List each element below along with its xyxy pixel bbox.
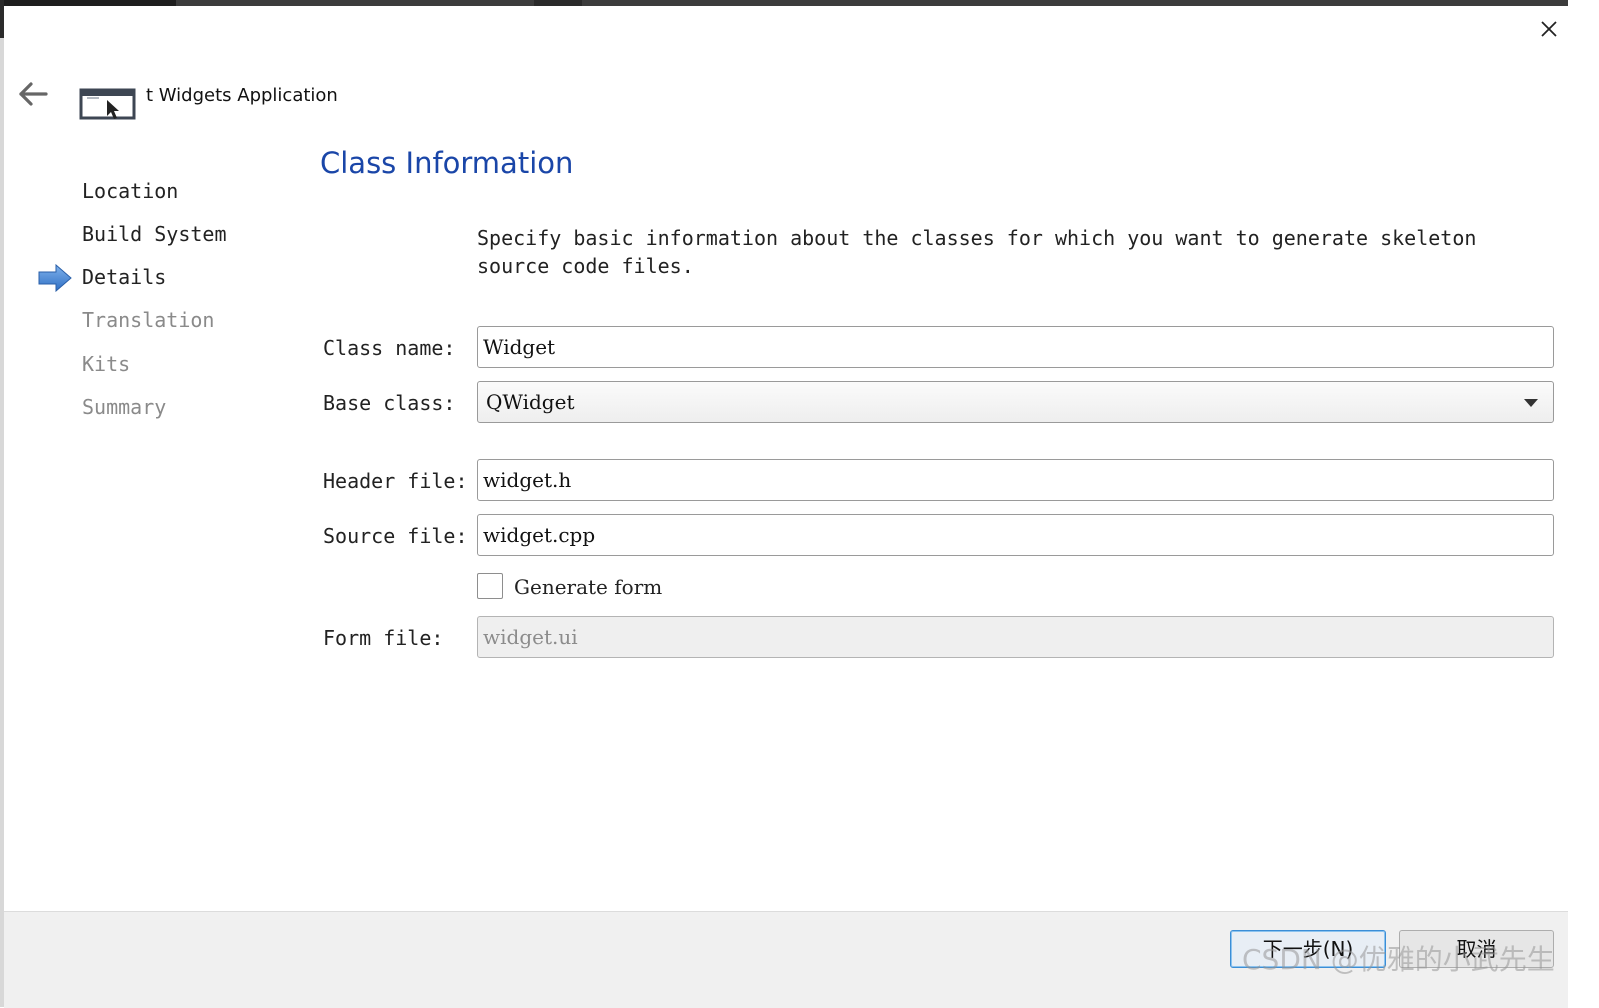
page-description: Specify basic information about the clas… (477, 226, 1477, 278)
close-icon (1541, 21, 1557, 37)
window-cursor-icon (79, 88, 137, 120)
base-class-value: QWidget (486, 390, 575, 414)
class-name-input[interactable]: Widget (477, 326, 1554, 368)
class-name-label: Class name: (323, 336, 456, 360)
generate-form-label[interactable]: Generate form (514, 574, 662, 600)
cancel-button[interactable]: 取消 (1399, 930, 1554, 968)
step-location: Location (82, 179, 179, 203)
close-button[interactable] (1536, 16, 1562, 42)
base-class-select[interactable]: QWidget (477, 381, 1554, 423)
source-file-input[interactable]: widget.cpp (477, 514, 1554, 556)
step-summary: Summary (82, 395, 167, 419)
generate-form-checkbox[interactable] (477, 573, 503, 599)
step-kits: Kits (82, 352, 131, 376)
arrow-left-icon (19, 82, 48, 106)
step-build-system: Build System (82, 222, 227, 246)
arrow-right-icon (38, 263, 72, 293)
form-file-input: widget.ui (477, 616, 1554, 658)
page-title: Class Information (320, 146, 574, 180)
left-window-edge (0, 0, 4, 1007)
source-file-label: Source file: (323, 524, 468, 548)
top-strip-segment (0, 0, 176, 6)
top-window-strip (0, 0, 1568, 6)
right-margin (1568, 0, 1599, 1007)
header-file-label: Header file: (323, 469, 468, 493)
top-strip-segment (534, 0, 582, 6)
step-details: Details (82, 265, 167, 289)
back-button[interactable] (16, 80, 50, 108)
left-edge-dark (0, 0, 4, 38)
next-button[interactable]: 下一步(N) (1230, 930, 1386, 968)
header-file-input[interactable]: widget.h (477, 459, 1554, 501)
wizard-title: t Widgets Application (146, 85, 338, 106)
base-class-label: Base class: (323, 391, 456, 415)
caret-down-icon (1524, 399, 1538, 407)
form-file-label: Form file: (323, 626, 444, 650)
step-translation: Translation (82, 308, 215, 332)
